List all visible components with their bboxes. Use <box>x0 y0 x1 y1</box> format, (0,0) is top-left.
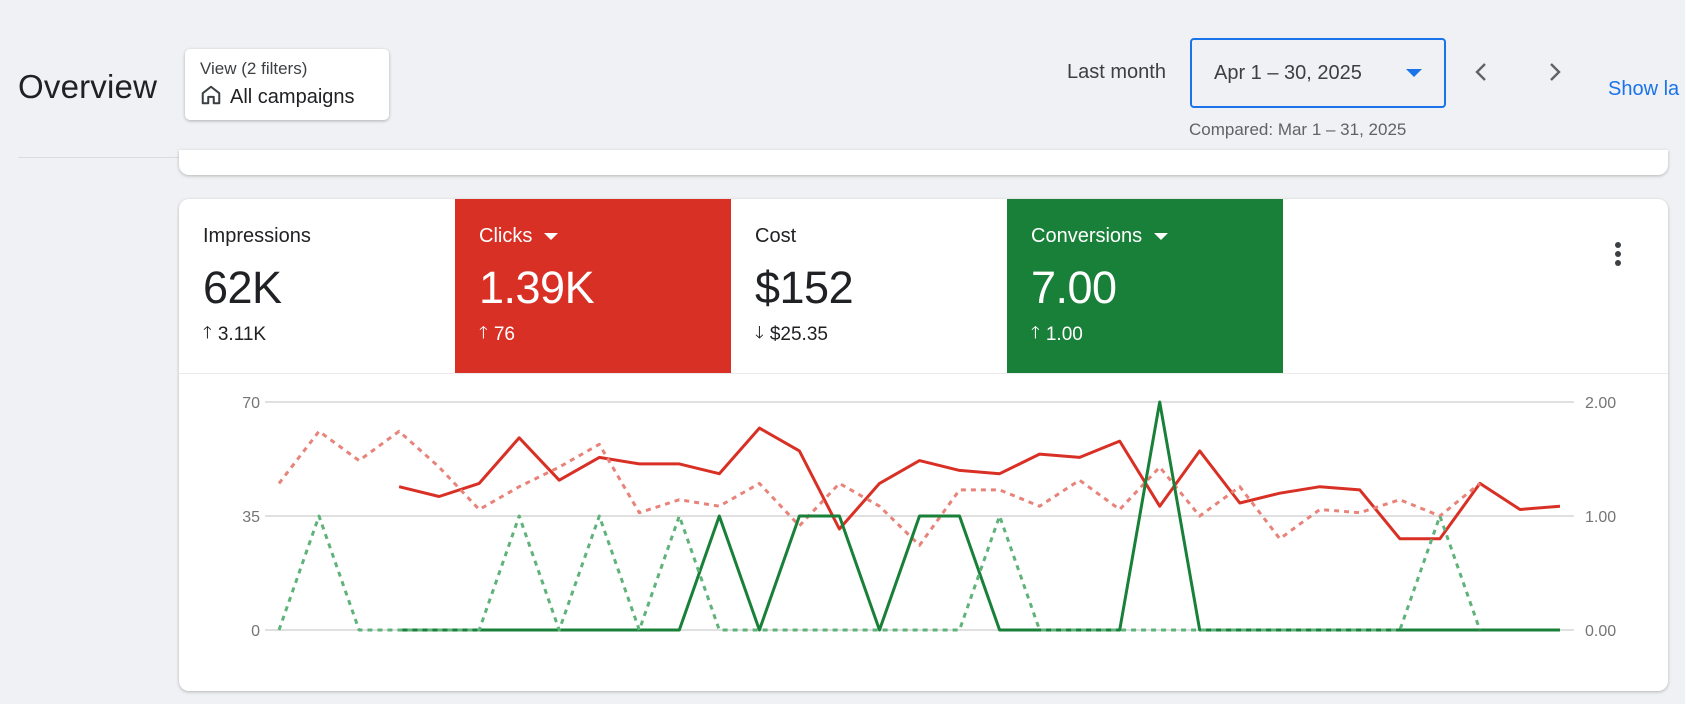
y-left-tick-label: 0 <box>251 623 260 640</box>
arrow-up-icon: 🡑 <box>203 323 212 342</box>
view-filter-button[interactable]: View (2 filters) All campaigns <box>185 49 389 120</box>
next-period-button[interactable] <box>1534 52 1574 92</box>
arrow-up-icon: 🡑 <box>1031 323 1040 342</box>
metric-value: 7.00 <box>1031 262 1117 313</box>
series-line-1 <box>277 429 1481 547</box>
metric-label: Impressions <box>203 225 311 247</box>
previous-period-button[interactable] <box>1462 52 1502 92</box>
metric-delta: $25.35 <box>769 323 828 345</box>
y-left-tick-label: 35 <box>242 509 260 526</box>
metric-delta: 1.00 <box>1045 323 1083 345</box>
more-options-button[interactable] <box>1600 236 1636 272</box>
compared-range: Compared: Mar 1 – 31, 2025 <box>1189 120 1407 139</box>
metric-value: $152 <box>755 262 854 313</box>
dropdown-caret-icon[interactable] <box>544 233 559 240</box>
metric-label: Clicks <box>479 225 533 247</box>
chevron-left-icon <box>1475 63 1486 81</box>
date-range-value: Apr 1 – 30, 2025 <box>1214 61 1362 84</box>
previous-card <box>179 150 1668 175</box>
metrics-row: Impressions 62K 🡑 3.11K Clicks 1.39K 🡑 76 … <box>179 199 1668 374</box>
date-range-label: Last month <box>1067 61 1166 83</box>
show-link[interactable]: Show la <box>1608 78 1679 101</box>
metric-cost[interactable]: Cost $152 🡓 $25.35 <box>731 199 1007 373</box>
series-line-0 <box>398 426 1561 541</box>
y-right-tick-label: 2.00 <box>1585 395 1616 412</box>
y-left-tick-label: 70 <box>242 395 260 412</box>
performance-chart: 70 2.00 35 1.00 0 0.00 <box>242 395 1616 640</box>
series-line-3 <box>277 514 1482 632</box>
metric-label: Cost <box>755 225 797 247</box>
metric-impressions[interactable]: Impressions 62K 🡑 3.11K <box>179 199 455 373</box>
dropdown-caret-icon[interactable] <box>1154 233 1169 240</box>
date-range-picker[interactable]: Apr 1 – 30, 2025 <box>1190 38 1446 108</box>
view-filter-value: All campaigns <box>230 86 355 108</box>
metric-delta: 76 <box>493 323 515 345</box>
metric-delta: 3.11K <box>217 323 267 345</box>
metric-value: 1.39K <box>479 262 595 313</box>
metric-label: Conversions <box>1031 225 1143 247</box>
y-right-tick-label: 1.00 <box>1585 509 1616 526</box>
arrow-down-icon: 🡓 <box>755 323 764 342</box>
arrow-up-icon: 🡑 <box>479 323 488 342</box>
metric-value: 62K <box>203 262 282 313</box>
store-icon <box>200 84 222 111</box>
metric-clicks[interactable]: Clicks 1.39K 🡑 76 <box>455 199 731 373</box>
more-vert-icon <box>1615 242 1621 266</box>
page-title: Overview <box>18 68 158 105</box>
y-right-tick-label: 0.00 <box>1585 623 1616 640</box>
view-filter-label: View (2 filters) <box>200 59 308 78</box>
dropdown-caret-icon <box>1406 69 1422 77</box>
metric-conversions[interactable]: Conversions 7.00 🡑 1.00 <box>1007 199 1283 373</box>
chevron-right-icon <box>1550 63 1561 81</box>
